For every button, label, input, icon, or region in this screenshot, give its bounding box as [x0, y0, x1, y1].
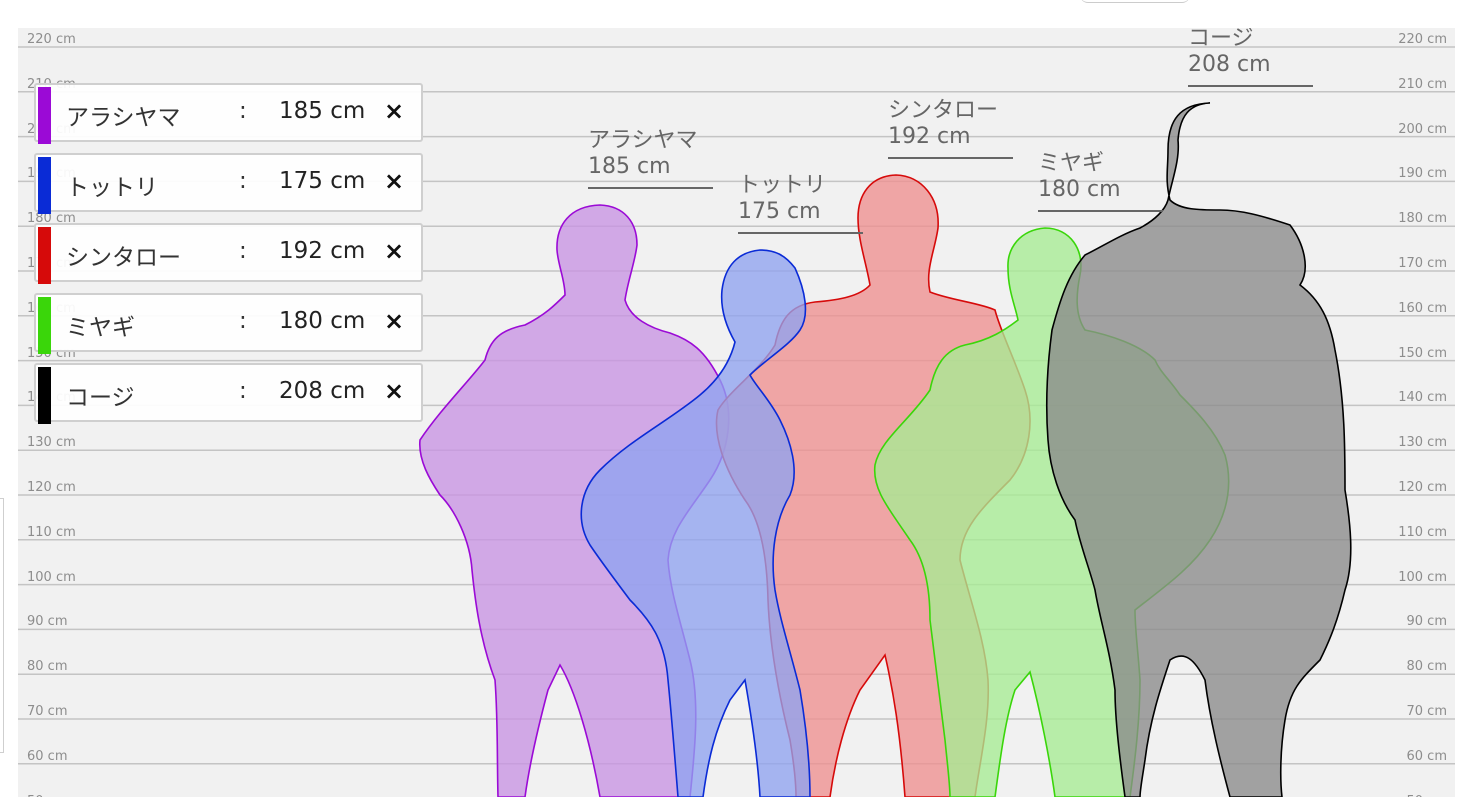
legend-name: ミヤギ	[66, 315, 135, 341]
color-swatch[interactable]	[38, 87, 51, 144]
side-panel-edge	[0, 498, 4, 753]
person-label-name: コージ	[1188, 28, 1254, 51]
top-edge-decoration	[1080, 0, 1190, 3]
person-label-height: 185 cm	[588, 154, 713, 189]
legend-row[interactable]: トットリ: 175 cm ×	[34, 153, 423, 214]
legend-name: コージ	[66, 385, 135, 411]
person-label: アラシヤマ 185 cm	[588, 128, 713, 189]
legend-name: アラシヤマ	[66, 105, 181, 131]
legend-separator: :	[239, 378, 247, 404]
legend-separator: :	[239, 168, 247, 194]
person-label-height: 208 cm	[1188, 52, 1313, 87]
legend-height: 192 cm	[279, 238, 366, 264]
color-swatch[interactable]	[38, 227, 51, 284]
person-label: コージ 208 cm	[1188, 28, 1313, 87]
remove-icon[interactable]: ×	[384, 307, 404, 335]
legend-separator: :	[239, 308, 247, 334]
person-label: トットリ 175 cm	[738, 173, 863, 234]
legend-name: シンタロー	[66, 245, 181, 271]
person-label-name: トットリ	[738, 173, 827, 198]
remove-icon[interactable]: ×	[384, 97, 404, 125]
legend-row[interactable]: コージ: 208 cm ×	[34, 363, 423, 424]
remove-icon[interactable]: ×	[384, 237, 404, 265]
legend-row[interactable]: ミヤギ: 180 cm ×	[34, 293, 423, 354]
color-swatch[interactable]	[38, 157, 51, 214]
legend-panel: アラシヤマ:185 cm × トットリ:175 cm × シンタロー:192 cm × ミヤ…	[34, 83, 423, 433]
color-swatch[interactable]	[38, 367, 51, 424]
legend-height: 175 cm	[279, 168, 366, 194]
person-label-name: シンタロー	[888, 98, 999, 123]
person-label-name: ミヤギ	[1038, 151, 1105, 176]
legend-name: トットリ	[66, 175, 158, 201]
person-label-height: 192 cm	[888, 124, 1013, 159]
person-label-height: 180 cm	[1038, 177, 1163, 212]
legend-separator: :	[239, 238, 247, 264]
remove-icon[interactable]: ×	[384, 377, 404, 405]
legend-height: 185 cm	[279, 98, 366, 124]
legend-row[interactable]: アラシヤマ: 185 cm ×	[34, 83, 423, 144]
color-swatch[interactable]	[38, 297, 51, 354]
legend-row[interactable]: シンタロー: 192 cm ×	[34, 223, 423, 284]
remove-icon[interactable]: ×	[384, 167, 404, 195]
legend-height: 208 cm	[279, 378, 366, 404]
person-label: シンタロー 192 cm	[888, 98, 1013, 159]
legend-height: 180 cm	[279, 308, 366, 334]
person-label-height: 175 cm	[738, 199, 863, 234]
person-label: ミヤギ 180 cm	[1038, 151, 1163, 212]
legend-separator: :	[239, 98, 247, 124]
person-label-name: アラシヤマ	[588, 128, 698, 153]
